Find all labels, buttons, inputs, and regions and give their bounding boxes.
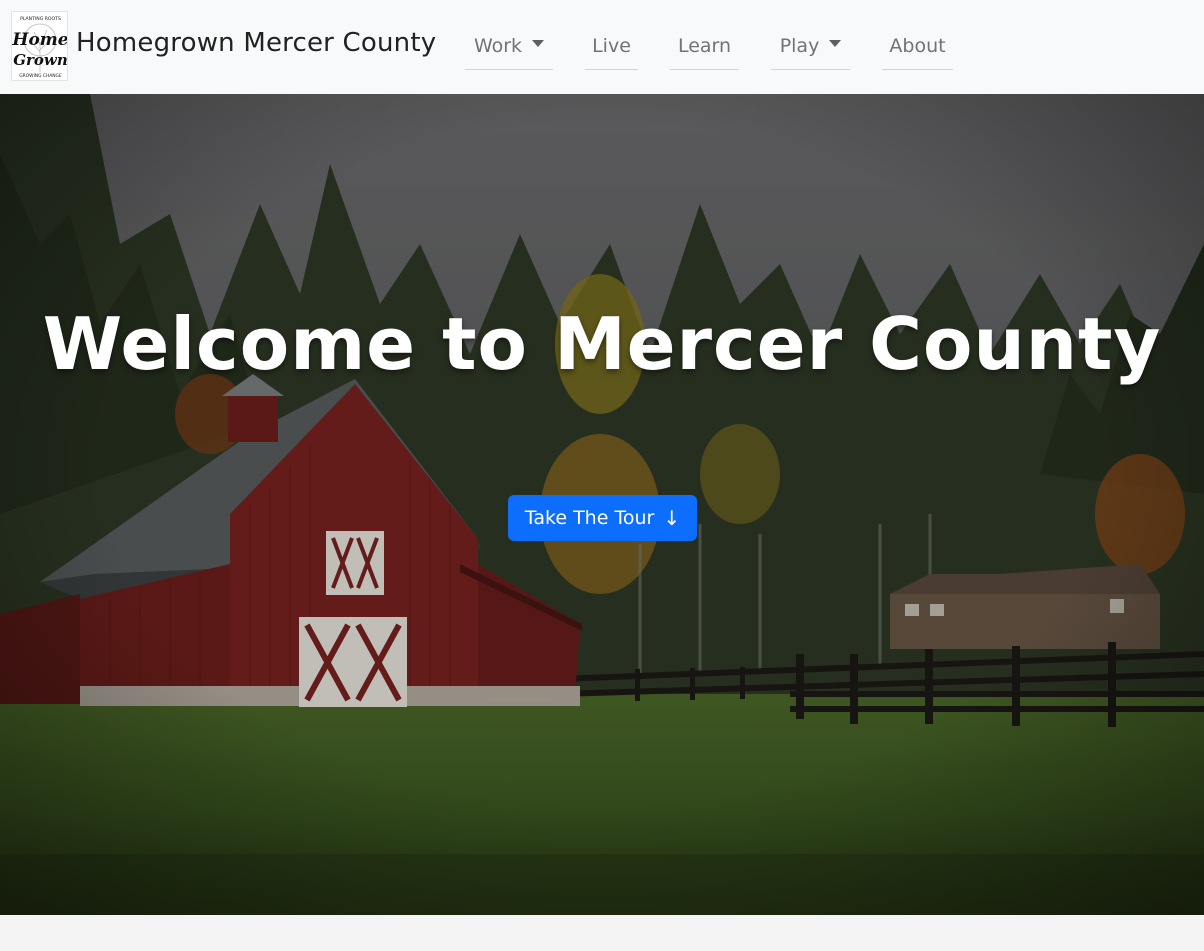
tour-button-label: Take The Tour (524, 507, 655, 529)
nav-learn-link[interactable]: Learn (670, 26, 739, 70)
svg-text:Grown: Grown (13, 51, 68, 69)
caret-down-icon (829, 40, 842, 47)
svg-text:PLANTING ROOTS: PLANTING ROOTS (20, 16, 61, 22)
hero-section: Welcome to Mercer County Take The Tour ↓ (0, 94, 1204, 915)
brand-name[interactable]: Homegrown Mercer County (76, 30, 436, 56)
caret-down-icon (532, 40, 545, 47)
nav-about-link[interactable]: About (882, 26, 953, 70)
svg-text:GROWING CHANGE: GROWING CHANGE (19, 73, 62, 79)
nav-live-link[interactable]: Live (585, 26, 638, 70)
homegrown-logo: PLANTING ROOTS Home Grown GROWING CHANGE (11, 11, 68, 81)
top-navbar: PLANTING ROOTS Home Grown GROWING CHANGE… (0, 0, 1204, 94)
nav-live-label: Live (592, 34, 631, 57)
nav-play-label: Play (779, 34, 820, 57)
page-bottom-strip (0, 915, 1204, 951)
brand-link[interactable]: PLANTING ROOTS Home Grown GROWING CHANGE… (11, 11, 436, 81)
hero-title: Welcome to Mercer County (42, 302, 1162, 386)
nav-play-dropdown[interactable]: Play (771, 26, 850, 70)
nav-work-label: Work (473, 34, 523, 57)
arrow-down-icon: ↓ (663, 506, 681, 530)
svg-text:Home: Home (12, 30, 68, 50)
take-the-tour-button[interactable]: Take The Tour ↓ (508, 495, 697, 541)
nav-work-dropdown[interactable]: Work (465, 26, 553, 70)
nav-learn-label: Learn (677, 34, 732, 57)
nav-about-label: About (889, 34, 946, 57)
